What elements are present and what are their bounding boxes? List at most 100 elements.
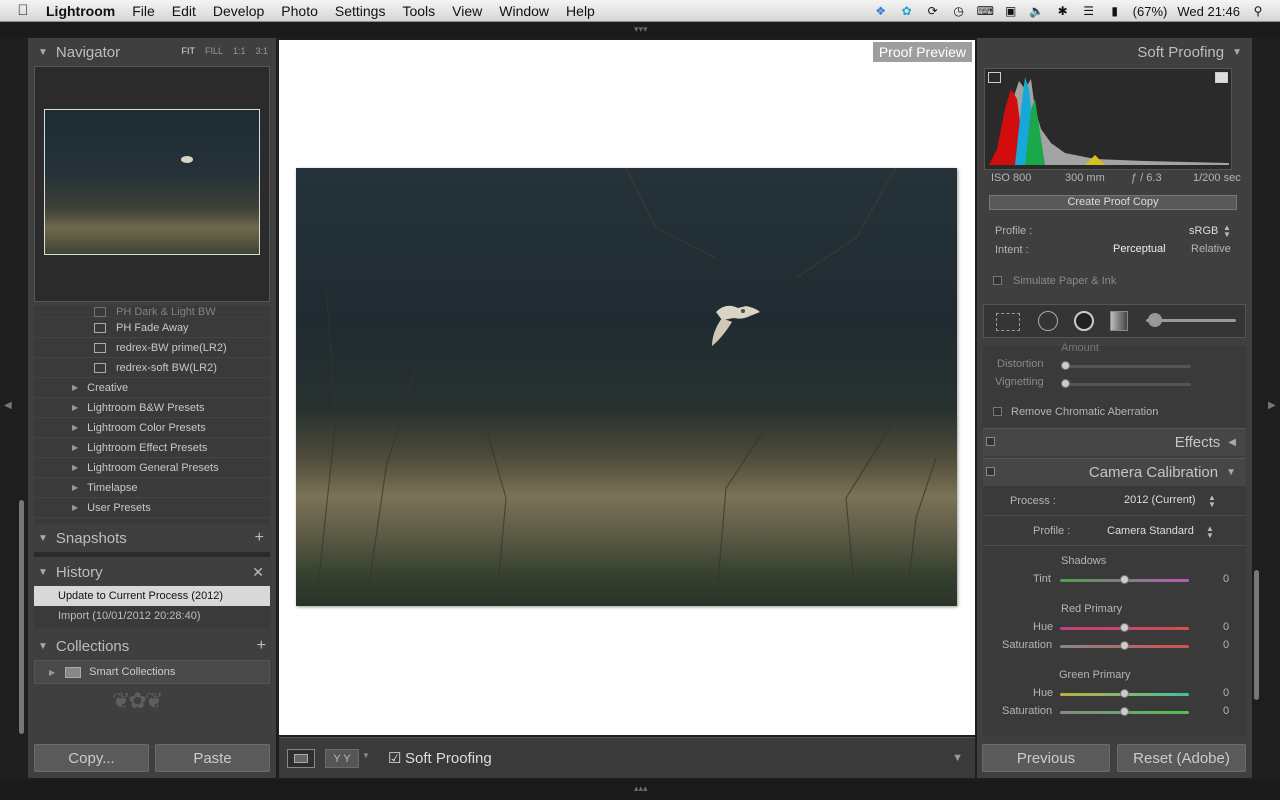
profile-select[interactable]: sRGB — [1189, 225, 1218, 237]
zoom-3-1[interactable]: 3:1 — [255, 46, 268, 56]
time-machine-icon[interactable]: ◷ — [951, 4, 967, 18]
expand-triangle-icon[interactable]: ▶ — [72, 383, 78, 392]
spot-removal-icon[interactable] — [1038, 311, 1058, 331]
red-saturation-knob[interactable] — [1120, 641, 1129, 650]
preset-item[interactable]: PH Dark & Light BW — [34, 306, 270, 318]
top-panel-collapse-bar[interactable]: ▾▾▾ — [0, 23, 1280, 37]
collections-header[interactable]: ▼ Collections + — [28, 632, 276, 660]
zoom-fill[interactable]: FILL — [205, 46, 223, 56]
twitter-icon[interactable]: ✿ — [899, 4, 915, 18]
menu-file[interactable]: File — [132, 3, 155, 19]
bluetooth-icon[interactable]: ✱ — [1055, 4, 1071, 18]
red-saturation-value[interactable]: 0 — [1223, 639, 1229, 651]
expand-triangle-icon[interactable]: ▶ — [72, 423, 78, 432]
intent-perceptual[interactable]: Perceptual — [1113, 243, 1166, 255]
create-proof-copy-button[interactable]: Create Proof Copy — [989, 195, 1237, 210]
left-panel-toggle-icon[interactable]: ◀ — [4, 400, 12, 411]
loupe-view-icon[interactable] — [287, 749, 315, 768]
zoom-fit[interactable]: FIT — [181, 46, 195, 56]
menu-settings[interactable]: Settings — [335, 3, 386, 19]
calibration-profile-stepper-icon[interactable]: ▲ ▼ — [1206, 525, 1214, 540]
history-item[interactable]: Import (10/01/2012 20:28:40) — [34, 606, 270, 626]
crop-overlay-icon[interactable] — [996, 313, 1020, 331]
collapse-triangle-icon[interactable]: ▼ — [38, 567, 48, 578]
simulate-paper-ink-checkbox[interactable] — [993, 276, 1002, 285]
soft-proofing-checkbox[interactable]: ☑ — [388, 749, 401, 767]
green-saturation-knob[interactable] — [1120, 707, 1129, 716]
green-saturation-value[interactable]: 0 — [1223, 705, 1229, 717]
green-hue-knob[interactable] — [1120, 689, 1129, 698]
distortion-slider[interactable] — [1063, 365, 1191, 368]
vignetting-slider-knob[interactable] — [1061, 379, 1070, 388]
copy-button[interactable]: Copy... — [34, 744, 149, 772]
image-canvas[interactable]: Proof Preview — [279, 40, 975, 735]
history-item[interactable]: Update to Current Process (2012) — [34, 586, 270, 606]
snapshots-header[interactable]: ▼ Snapshots + — [28, 524, 276, 552]
shadows-tint-knob[interactable] — [1120, 575, 1129, 584]
wifi-icon[interactable]: ☰ — [1081, 4, 1097, 18]
preset-folder[interactable]: ▶ Lightroom Color Presets — [34, 418, 270, 438]
menu-help[interactable]: Help — [566, 3, 595, 19]
navigator-preview[interactable] — [34, 66, 270, 302]
zoom-1-1[interactable]: 1:1 — [233, 46, 246, 56]
clock[interactable]: Wed 21:46 — [1177, 4, 1240, 19]
clear-history-icon[interactable]: ✕ — [252, 564, 264, 581]
red-eye-icon[interactable] — [1074, 311, 1094, 331]
paste-button[interactable]: Paste — [155, 744, 270, 772]
menu-edit[interactable]: Edit — [172, 3, 196, 19]
menu-tools[interactable]: Tools — [402, 3, 435, 19]
dropbox-icon[interactable]: ❖ — [873, 4, 889, 18]
process-select[interactable]: 2012 (Current) — [1124, 494, 1196, 506]
app-menu[interactable]: Lightroom — [46, 3, 115, 19]
preset-folder[interactable]: ▶ Creative — [34, 378, 270, 398]
red-hue-value[interactable]: 0 — [1223, 621, 1229, 633]
history-header[interactable]: ▼ History ✕ — [28, 558, 276, 586]
apple-menu-icon[interactable]:  — [0, 2, 46, 19]
remove-ca-checkbox[interactable] — [993, 407, 1002, 416]
vignetting-slider[interactable] — [1063, 383, 1191, 386]
view-dropdown-icon[interactable]: ▼ — [362, 751, 370, 760]
collapse-triangle-icon[interactable]: ▼ — [38, 533, 48, 544]
intent-relative[interactable]: Relative — [1191, 243, 1231, 255]
menu-window[interactable]: Window — [499, 3, 549, 19]
spotlight-search-icon[interactable]: ⚲ — [1250, 4, 1266, 18]
collapse-triangle-icon[interactable]: ▼ — [1232, 47, 1242, 58]
highlight-clipping-icon[interactable] — [1215, 72, 1228, 83]
navigator-thumbnail[interactable] — [44, 109, 260, 255]
right-panel-toggle-icon[interactable]: ▶ — [1268, 400, 1276, 411]
distortion-slider-knob[interactable] — [1061, 361, 1070, 370]
collapse-triangle-icon[interactable]: ▼ — [38, 641, 48, 652]
preset-item[interactable]: redrex-soft BW(LR2) — [34, 358, 270, 378]
brush-knob-icon[interactable] — [1148, 313, 1162, 327]
menu-develop[interactable]: Develop — [213, 3, 264, 19]
menu-photo[interactable]: Photo — [281, 3, 318, 19]
expand-triangle-icon[interactable]: ▶ — [49, 668, 55, 677]
keyboard-icon[interactable]: ⌨ — [977, 4, 994, 18]
shadow-clipping-icon[interactable] — [988, 72, 1001, 83]
calibration-toggle[interactable] — [986, 467, 995, 476]
add-collection-icon[interactable]: + — [257, 637, 266, 655]
expand-triangle-icon[interactable]: ▶ — [72, 483, 78, 492]
bottom-panel-collapse-bar[interactable]: ▴▴▴ — [0, 780, 1280, 800]
green-hue-value[interactable]: 0 — [1223, 687, 1229, 699]
navigator-header[interactable]: ▼ Navigator FIT FILL 1:1 3:1 — [28, 38, 276, 66]
menu-view[interactable]: View — [452, 3, 482, 19]
expand-triangle-icon[interactable]: ▶ — [72, 503, 78, 512]
previous-button[interactable]: Previous — [982, 744, 1110, 772]
preset-folder[interactable]: ▶ Lightroom General Presets — [34, 458, 270, 478]
preset-item[interactable]: redrex-BW prime(LR2) — [34, 338, 270, 358]
preset-folder[interactable]: ▶ Lightroom Effect Presets — [34, 438, 270, 458]
volume-icon[interactable]: 🔈 — [1029, 4, 1045, 18]
before-after-view-icon[interactable]: Y Y — [325, 749, 359, 768]
expand-triangle-icon[interactable]: ▶ — [72, 443, 78, 452]
calibration-profile-select[interactable]: Camera Standard — [1107, 525, 1194, 537]
collapse-triangle-icon[interactable]: ▼ — [1226, 467, 1236, 478]
preset-folder[interactable]: ▶ Lightroom B&W Presets — [34, 398, 270, 418]
main-photo[interactable] — [296, 168, 957, 606]
effects-toggle[interactable] — [986, 437, 995, 446]
graduated-filter-icon[interactable] — [1110, 311, 1128, 331]
expand-triangle-icon[interactable]: ▶ — [72, 463, 78, 472]
reset-button[interactable]: Reset (Adobe) — [1117, 744, 1246, 772]
expand-triangle-icon[interactable]: ▶ — [72, 403, 78, 412]
add-snapshot-icon[interactable]: + — [255, 529, 264, 547]
